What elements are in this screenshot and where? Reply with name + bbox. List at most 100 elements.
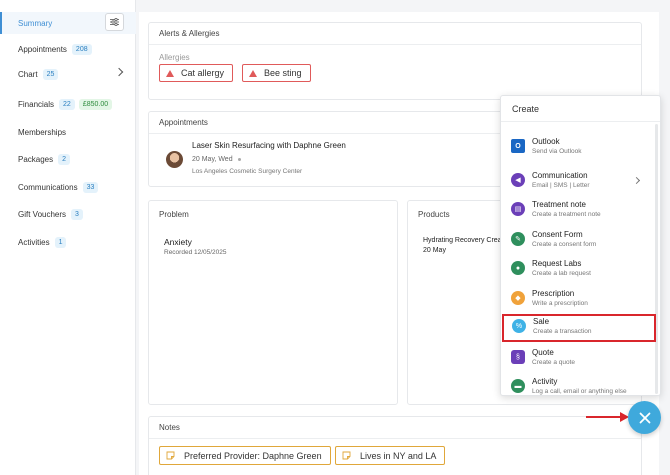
product-name[interactable]: Hydrating Recovery Cream <box>423 237 507 244</box>
menu-item-sale[interactable]: % Sale Create a transaction <box>502 314 656 342</box>
sidebar-item-communications[interactable]: Communications 33 <box>0 176 136 198</box>
appointment-date-row: 20 May, Wed <box>192 156 241 163</box>
sidebar-settings-button[interactable] <box>105 13 124 31</box>
sidebar-item-label: Memberships <box>18 127 67 137</box>
menu-item-outlook[interactable]: O Outlook Send via Outlook <box>501 135 655 165</box>
sidebar-item-gift-vouchers[interactable]: Gift Vouchers 3 <box>0 203 136 225</box>
menu-item-title: Communication <box>532 171 588 180</box>
red-arrow-annotation <box>586 412 629 422</box>
chevron-right-icon <box>114 67 124 77</box>
panel-title: Notes <box>149 417 641 439</box>
note-tag[interactable]: Lives in NY and LA <box>335 446 446 465</box>
menu-item-subtitle: Create a treatment note <box>532 211 601 218</box>
lab-icon: ● <box>511 261 525 275</box>
pen-icon: ✎ <box>511 232 525 246</box>
menu-item-subtitle: Create a quote <box>532 359 576 366</box>
megaphone-icon: ◀ <box>511 173 525 187</box>
warning-icon <box>249 69 257 77</box>
count-badge: 1 <box>54 236 67 248</box>
allergies-label: Allergies <box>159 53 190 62</box>
menu-item-subtitle: Email | SMS | Letter <box>532 182 590 189</box>
count-badge: 33 <box>82 181 99 193</box>
problem-recorded: Recorded 12/05/2025 <box>164 249 227 256</box>
allergy-tag-label: Bee sting <box>264 68 302 78</box>
sidebar-item-appointments[interactable]: Appointments 208 <box>0 38 136 60</box>
allergy-tag-label: Cat allergy <box>181 68 225 78</box>
sidebar-item-label: Summary <box>18 18 53 28</box>
sidebar-item-label: Communications <box>18 182 78 192</box>
problem-panel: Problem Anxiety Recorded 12/05/2025 <box>148 200 398 405</box>
appointment-date: 20 May, Wed <box>192 156 233 163</box>
menu-item-subtitle: Write a prescription <box>532 300 588 307</box>
sidebar-item-label: Financials <box>18 99 55 109</box>
appointment-title[interactable]: Laser Skin Resurfacing with Daphne Green <box>192 141 346 150</box>
appointment-location: Los Angeles Cosmetic Surgery Center <box>192 168 303 175</box>
sidebar-item-label: Chart <box>18 69 38 79</box>
quote-icon: § <box>511 350 525 364</box>
menu-item-title: Treatment note <box>532 200 586 209</box>
sidebar-item-memberships[interactable]: Memberships <box>0 121 136 143</box>
menu-item-request-labs[interactable]: ● Request Labs Create a lab request <box>501 257 655 287</box>
sidebar: Summary Appointments 208 Chart 25 Financ… <box>0 0 136 475</box>
avatar <box>166 151 183 168</box>
notes-panel: Notes Preferred Provider: Daphne Green L… <box>148 416 642 475</box>
sidebar-item-chart[interactable]: Chart 25 <box>0 63 136 85</box>
allergy-tag[interactable]: Cat allergy <box>159 64 234 82</box>
close-icon <box>639 412 650 423</box>
menu-item-subtitle: Send via Outlook <box>532 148 582 155</box>
menu-item-subtitle: Create a consent form <box>532 241 597 248</box>
count-badge: 208 <box>71 43 92 55</box>
menu-item-prescription[interactable]: ◆ Prescription Write a prescription <box>501 287 655 317</box>
menu-item-title: Sale <box>533 317 550 326</box>
menu-item-subtitle: Log a call, email or anything else <box>532 388 627 395</box>
menu-item-subtitle: Create a transaction <box>533 328 592 335</box>
menu-item-title: Activity <box>532 377 558 386</box>
count-badge: 2 <box>58 153 71 165</box>
menu-scrollbar[interactable] <box>655 124 658 394</box>
menu-item-communication[interactable]: ◀ Communication Email | SMS | Letter <box>501 169 655 199</box>
sidebar-item-label: Gift Vouchers <box>18 209 67 219</box>
activity-icon: ▬ <box>511 379 525 393</box>
menu-item-activity[interactable]: ▬ Activity Log a call, email or anything … <box>501 375 655 395</box>
sidebar-item-activities[interactable]: Activities 1 <box>0 231 136 253</box>
alerts-panel: Alerts & Allergies Allergies Cat allergy… <box>148 22 642 100</box>
product-date: 20 May <box>423 247 446 254</box>
panel-title: Alerts & Allergies <box>149 23 641 45</box>
sidebar-item-financials[interactable]: Financials 22 £850.00 <box>0 93 136 115</box>
menu-item-title: Prescription <box>532 289 575 298</box>
menu-item-treatment-note[interactable]: ▤ Treatment note Create a treatment note <box>501 198 655 228</box>
status-dot-icon <box>237 158 241 161</box>
close-create-menu-button[interactable] <box>628 401 661 434</box>
menu-item-consent-form[interactable]: ✎ Consent Form Create a consent form <box>501 228 655 258</box>
sliders-icon <box>110 18 119 26</box>
menu-item-title: Request Labs <box>532 259 582 268</box>
menu-item-title: Outlook <box>532 137 560 146</box>
count-badge: 22 <box>59 98 75 110</box>
sidebar-item-label: Activities <box>18 237 50 247</box>
chevron-right-icon <box>632 176 641 185</box>
pill-icon: ◆ <box>511 291 525 305</box>
outlook-icon: O <box>511 139 525 153</box>
panel-title: Problem <box>159 209 189 219</box>
menu-item-subtitle: Create a lab request <box>532 270 591 277</box>
menu-item-title: Consent Form <box>532 230 583 239</box>
count-badge: 3 <box>71 208 83 220</box>
clipboard-icon: ▤ <box>511 202 525 216</box>
note-tag[interactable]: Preferred Provider: Daphne Green <box>159 446 331 465</box>
menu-item-title: Quote <box>532 348 554 357</box>
create-menu-title: Create <box>501 96 660 122</box>
note-tag-label: Preferred Provider: Daphne Green <box>184 450 322 461</box>
note-icon <box>166 451 175 460</box>
sidebar-item-label: Appointments <box>18 44 67 54</box>
count-badge: 25 <box>42 68 59 80</box>
warning-icon <box>166 69 174 77</box>
problem-name[interactable]: Anxiety <box>164 237 192 247</box>
menu-item-quote[interactable]: § Quote Create a quote <box>501 346 655 376</box>
sidebar-item-label: Packages <box>18 154 54 164</box>
balance-badge: £850.00 <box>78 98 113 110</box>
create-menu: Create O Outlook Send via Outlook ◀ Commu… <box>500 95 661 396</box>
note-tag-label: Lives in NY and LA <box>360 450 437 461</box>
sidebar-item-packages[interactable]: Packages 2 <box>0 148 136 170</box>
sale-tag-icon: % <box>512 319 526 333</box>
allergy-tag[interactable]: Bee sting <box>242 64 311 82</box>
